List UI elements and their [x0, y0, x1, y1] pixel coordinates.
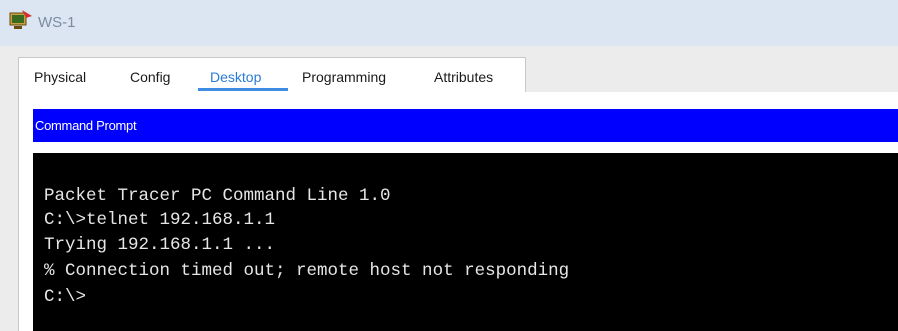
packet-tracer-pc-icon — [9, 10, 32, 29]
terminal-prompt-line[interactable]: C:\> — [44, 286, 86, 308]
command-prompt-header: Command Prompt — [33, 109, 898, 142]
tab-physical[interactable]: Physical — [34, 67, 86, 87]
tab-attributes[interactable]: Attributes — [434, 67, 493, 87]
terminal-line: % Connection timed out; remote host not … — [44, 261, 570, 281]
terminal-line: Packet Tracer PC Command Line 1.0 — [44, 186, 391, 206]
tab-config[interactable]: Config — [130, 67, 170, 87]
active-tab-indicator — [198, 88, 288, 91]
tab-desktop[interactable]: Desktop — [210, 67, 261, 87]
terminal-line: Trying 192.168.1.1 ... — [44, 235, 276, 255]
window-title: WS-1 — [38, 14, 76, 31]
window-titlebar[interactable]: WS-1 — [0, 0, 898, 46]
tab-programming[interactable]: Programming — [302, 67, 386, 87]
terminal-line: C:\>telnet 192.168.1.1 — [44, 210, 276, 230]
